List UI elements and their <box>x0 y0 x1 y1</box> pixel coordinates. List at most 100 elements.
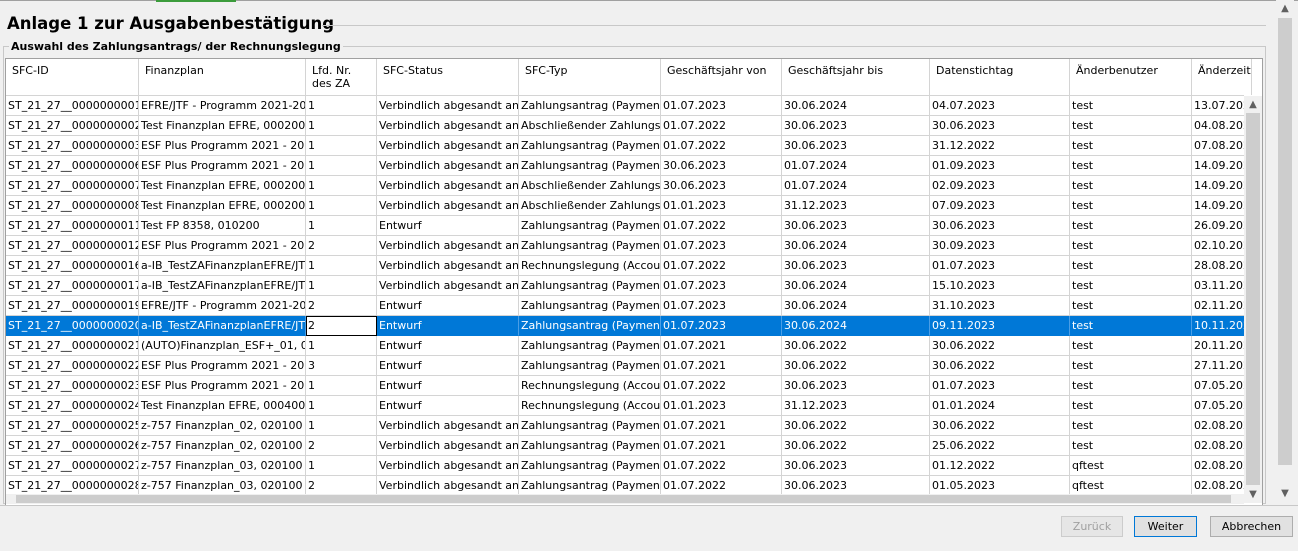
cell-geschaeftsjahr-bis[interactable]: 30.06.2022 <box>782 436 930 456</box>
cell-geschaeftsjahr-bis[interactable]: 30.06.2024 <box>782 276 930 296</box>
cell-aenderbenutzer[interactable]: test <box>1070 216 1192 236</box>
cell-finanzplan[interactable]: a-IB_TestZAFinanzplanEFRE/JTF, 0 <box>139 316 306 336</box>
cell-sfc-typ[interactable]: Abschließender Zahlungsantr <box>519 116 661 136</box>
cell-lfd-nr[interactable]: 1 <box>306 116 377 136</box>
cell-lfd-nr[interactable]: 1 <box>306 396 377 416</box>
cell-aenderzeitpunkt[interactable]: 04.08.2023 <box>1192 116 1252 136</box>
cancel-button[interactable]: Abbrechen <box>1210 516 1293 537</box>
cell-sfc-status[interactable]: Verbindlich abgesandt an KOM <box>377 156 519 176</box>
cell-lfd-nr[interactable]: 2 <box>306 296 377 316</box>
cell-finanzplan[interactable]: z-757 Finanzplan_02, 020100 <box>139 436 306 456</box>
cell-geschaeftsjahr-von[interactable]: 01.07.2022 <box>661 216 782 236</box>
cell-geschaeftsjahr-von[interactable]: 01.07.2023 <box>661 296 782 316</box>
selection-table[interactable]: SFC-ID Finanzplan Lfd. Nr. des ZA SFC-Statu… <box>5 58 1263 506</box>
cell-sfc-id[interactable]: ST_21_27__0000000016 <box>6 256 139 276</box>
cell-lfd-nr[interactable]: 1 <box>306 196 377 216</box>
table-row[interactable]: ST_21_27__0000000027 z-757 Finanzplan_03,… <box>6 456 1252 476</box>
cell-geschaeftsjahr-bis[interactable]: 30.06.2024 <box>782 96 930 116</box>
cell-sfc-typ[interactable]: Zahlungsantrag (Payment Ap <box>519 156 661 176</box>
cell-sfc-id[interactable]: ST_21_27__0000000026 <box>6 436 139 456</box>
cell-aenderzeitpunkt[interactable]: 07.05.2024 <box>1192 376 1252 396</box>
cell-geschaeftsjahr-von[interactable]: 01.07.2021 <box>661 416 782 436</box>
cell-datenstichtag[interactable]: 30.06.2023 <box>930 216 1070 236</box>
cell-geschaeftsjahr-von[interactable]: 01.07.2021 <box>661 436 782 456</box>
table-row[interactable]: ST_21_27__0000000002 Test Finanzplan EFRE… <box>6 116 1252 136</box>
cell-sfc-status[interactable]: Verbindlich abgesandt an KOM <box>377 96 519 116</box>
cell-datenstichtag[interactable]: 15.10.2023 <box>930 276 1070 296</box>
cell-geschaeftsjahr-von[interactable]: 01.01.2023 <box>661 396 782 416</box>
cell-finanzplan[interactable]: Test Finanzplan EFRE, 000400 <box>139 396 306 416</box>
cell-geschaeftsjahr-von[interactable]: 30.06.2023 <box>661 156 782 176</box>
cell-geschaeftsjahr-von[interactable]: 01.07.2023 <box>661 316 782 336</box>
cell-sfc-typ[interactable]: Rechnungslegung (Accounts) <box>519 256 661 276</box>
cell-sfc-status[interactable]: Verbindlich abgesandt an KOM <box>377 256 519 276</box>
cell-aenderzeitpunkt[interactable]: 27.11.2023 <box>1192 356 1252 376</box>
cell-finanzplan[interactable]: Test Finanzplan EFRE, 000200 <box>139 116 306 136</box>
cell-aenderzeitpunkt[interactable]: 02.08.2024 <box>1192 456 1252 476</box>
cell-datenstichtag[interactable]: 01.05.2023 <box>930 476 1070 496</box>
table-horizontal-scrollbar[interactable] <box>6 494 1244 504</box>
cell-sfc-typ[interactable]: Rechnungslegung (Accounts) <box>519 396 661 416</box>
cell-geschaeftsjahr-von[interactable]: 01.07.2022 <box>661 476 782 496</box>
cell-sfc-typ[interactable]: Zahlungsantrag (Payment Ap <box>519 216 661 236</box>
cell-geschaeftsjahr-von[interactable]: 01.07.2022 <box>661 136 782 156</box>
cell-aenderzeitpunkt[interactable]: 02.08.2024 <box>1192 476 1252 496</box>
column-header-sfc-typ[interactable]: SFC-Typ <box>519 59 661 95</box>
cell-sfc-typ[interactable]: Zahlungsantrag (Payment Ap <box>519 336 661 356</box>
cell-lfd-nr[interactable]: 1 <box>306 216 377 236</box>
cell-sfc-id[interactable]: ST_21_27__0000000025 <box>6 416 139 436</box>
cell-geschaeftsjahr-bis[interactable]: 01.07.2024 <box>782 156 930 176</box>
back-button[interactable]: Zurück <box>1061 516 1123 537</box>
cell-datenstichtag[interactable]: 31.12.2022 <box>930 136 1070 156</box>
cell-finanzplan[interactable]: Test Finanzplan EFRE, 000200 <box>139 176 306 196</box>
cell-sfc-typ[interactable]: Abschließender Zahlungsantr <box>519 196 661 216</box>
cell-aenderbenutzer[interactable]: test <box>1070 176 1192 196</box>
cell-sfc-id[interactable]: ST_21_27__0000000017 <box>6 276 139 296</box>
cell-datenstichtag[interactable]: 30.09.2023 <box>930 236 1070 256</box>
cell-sfc-typ[interactable]: Zahlungsantrag (Payment Ap <box>519 276 661 296</box>
cell-sfc-status[interactable]: Verbindlich abgesandt an KOM <box>377 176 519 196</box>
cell-lfd-nr[interactable]: 1 <box>306 176 377 196</box>
cell-geschaeftsjahr-bis[interactable]: 31.12.2023 <box>782 396 930 416</box>
table-row[interactable]: ST_21_27__0000000003 ESF Plus Programm 20… <box>6 136 1252 156</box>
cell-datenstichtag[interactable]: 07.09.2023 <box>930 196 1070 216</box>
cell-datenstichtag[interactable]: 04.07.2023 <box>930 96 1070 116</box>
cell-aenderbenutzer[interactable]: test <box>1070 316 1192 336</box>
column-header-sfc-status[interactable]: SFC-Status <box>377 59 519 95</box>
table-row[interactable]: ST_21_27__0000000028 z-757 Finanzplan_03,… <box>6 476 1252 496</box>
next-button[interactable]: Weiter <box>1134 516 1197 537</box>
table-vertical-scrollbar[interactable]: ▲ ▼ <box>1244 96 1262 503</box>
cell-sfc-typ[interactable]: Zahlungsantrag (Payment Ap <box>519 476 661 496</box>
cell-aenderbenutzer[interactable]: test <box>1070 136 1192 156</box>
cell-sfc-status[interactable]: Verbindlich abgesandt an KOM <box>377 196 519 216</box>
column-header-aenderbenutzer[interactable]: Änderbenutzer <box>1070 59 1192 95</box>
cell-aenderbenutzer[interactable]: test <box>1070 336 1192 356</box>
cell-lfd-nr[interactable]: 1 <box>306 416 377 436</box>
cell-finanzplan[interactable]: Test FP 8358, 010200 <box>139 216 306 236</box>
cell-geschaeftsjahr-von[interactable]: 01.07.2023 <box>661 236 782 256</box>
cell-geschaeftsjahr-von[interactable]: 01.07.2022 <box>661 376 782 396</box>
cell-finanzplan[interactable]: ESF Plus Programm 2021 - 2027 Sa <box>139 236 306 256</box>
cell-lfd-nr[interactable]: 1 <box>306 336 377 356</box>
table-row[interactable]: ST_21_27__0000000023 ESF Plus Programm 20… <box>6 376 1252 396</box>
cell-geschaeftsjahr-bis[interactable]: 30.06.2022 <box>782 356 930 376</box>
column-header-finanzplan[interactable]: Finanzplan <box>139 59 306 95</box>
table-row[interactable]: ST_21_27__0000000019 EFRE/JTF - Programm … <box>6 296 1252 316</box>
cell-geschaeftsjahr-bis[interactable]: 30.06.2023 <box>782 256 930 276</box>
cell-lfd-nr[interactable]: 2 <box>306 476 377 496</box>
cell-finanzplan[interactable]: z-757 Finanzplan_03, 020100 <box>139 456 306 476</box>
cell-finanzplan[interactable]: (AUTO)Finanzplan_ESF+_01, 0209 <box>139 336 306 356</box>
cell-lfd-nr[interactable]: 2 <box>306 236 377 256</box>
cell-finanzplan[interactable]: ESF Plus Programm 2021 - 2027 Sa <box>139 136 306 156</box>
cell-finanzplan[interactable]: z-757 Finanzplan_02, 020100 <box>139 416 306 436</box>
cell-datenstichtag[interactable]: 01.07.2023 <box>930 376 1070 396</box>
table-row[interactable]: ST_21_27__0000000016 a-IB_TestZAFinanzpla… <box>6 256 1252 276</box>
cell-datenstichtag[interactable]: 30.06.2022 <box>930 356 1070 376</box>
cell-aenderbenutzer[interactable]: test <box>1070 96 1192 116</box>
cell-sfc-status[interactable]: Verbindlich abgesandt an KOM <box>377 416 519 436</box>
cell-finanzplan[interactable]: EFRE/JTF - Programm 2021-2027 Sa <box>139 296 306 316</box>
cell-aenderzeitpunkt[interactable]: 07.05.2024 <box>1192 396 1252 416</box>
cell-geschaeftsjahr-von[interactable]: 01.01.2023 <box>661 196 782 216</box>
cell-sfc-status[interactable]: Entwurf <box>377 296 519 316</box>
cell-geschaeftsjahr-von[interactable]: 01.07.2023 <box>661 96 782 116</box>
